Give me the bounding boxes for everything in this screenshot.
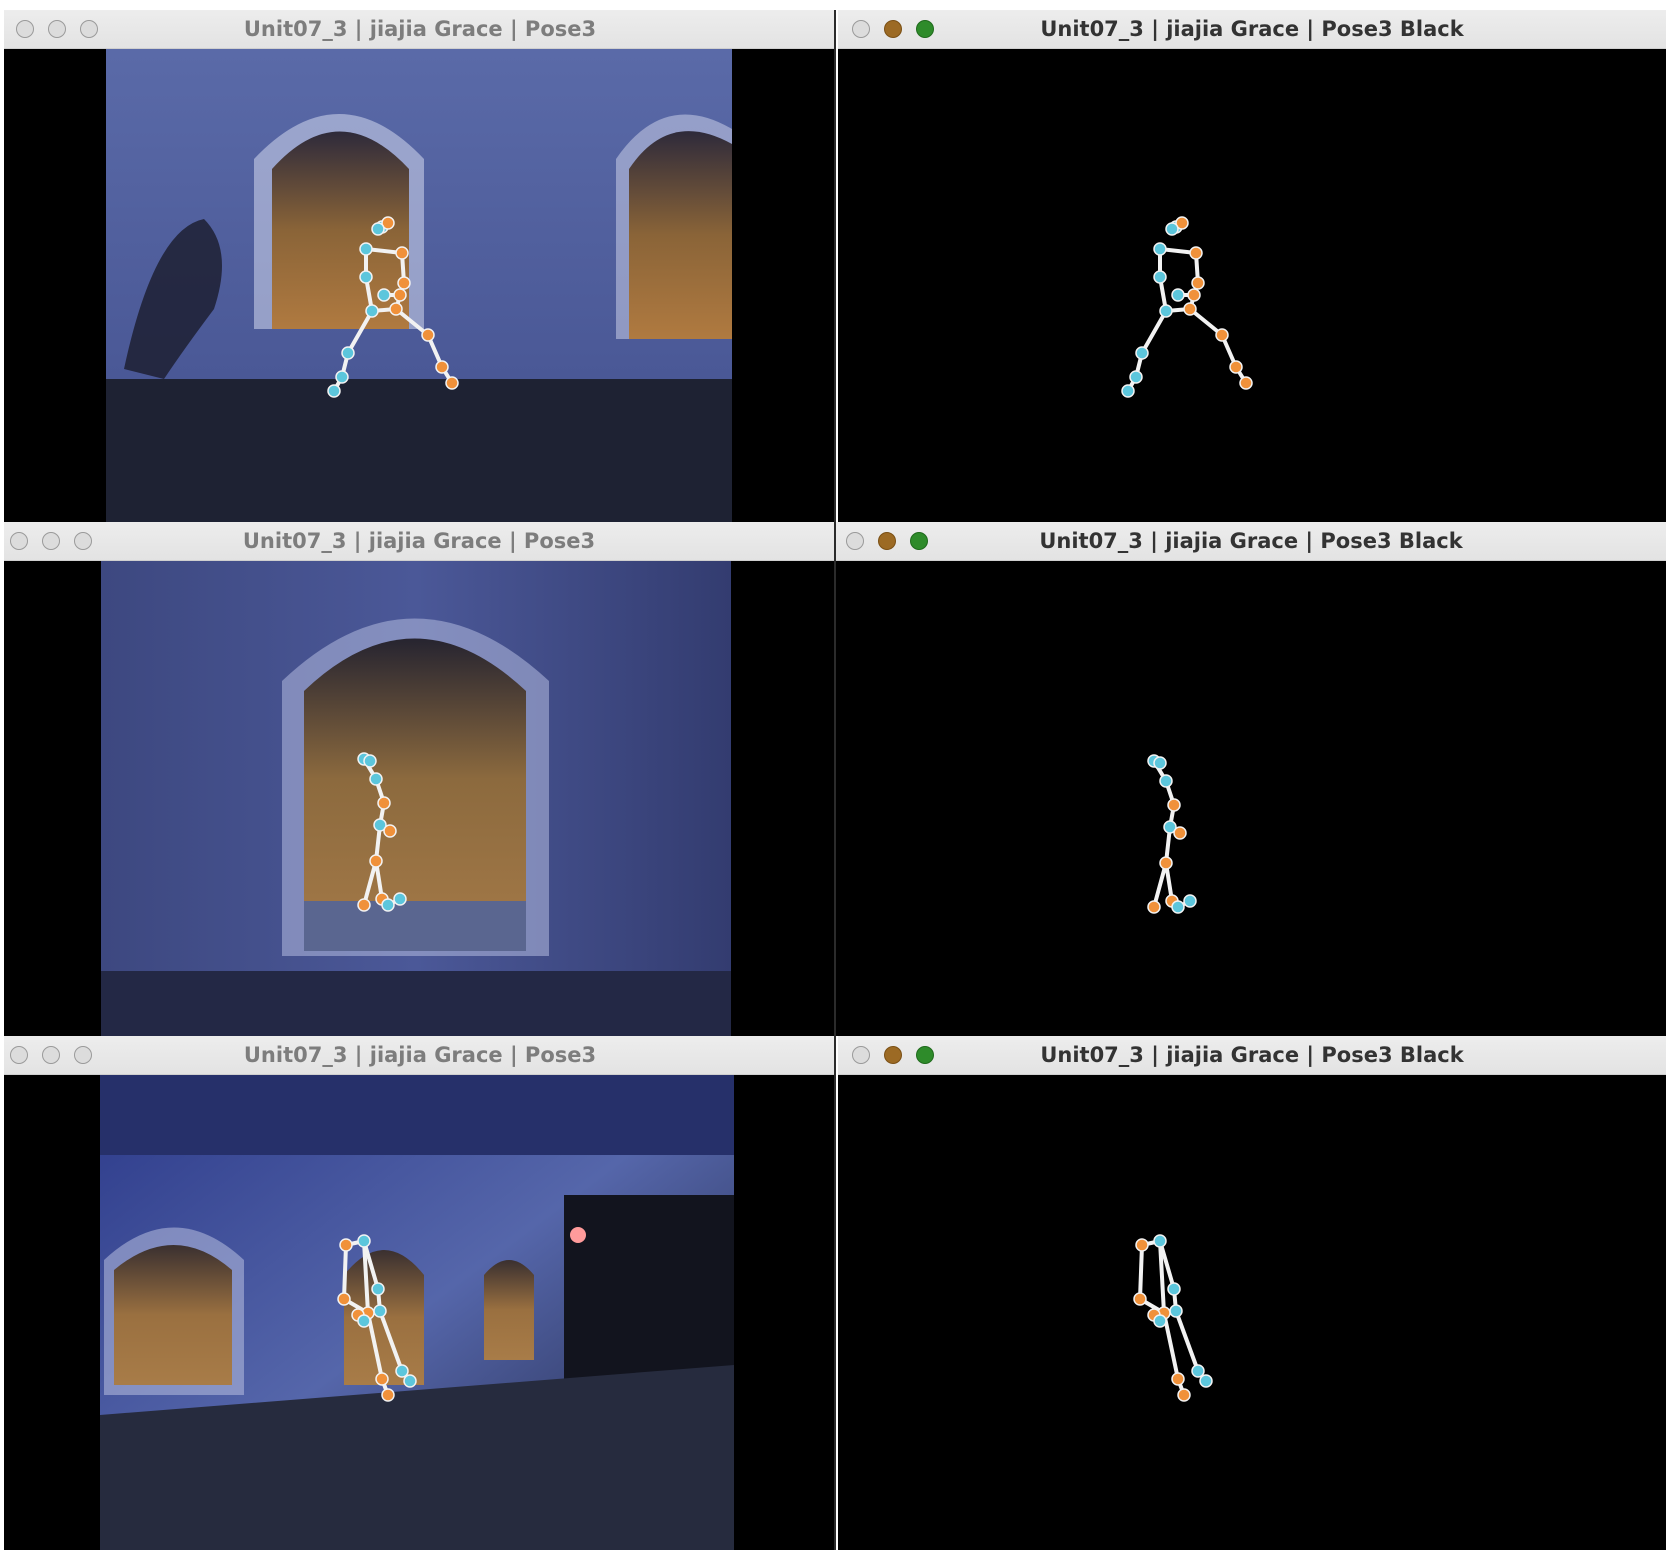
pose-keypoint <box>339 1238 353 1252</box>
pose-keypoint <box>1153 242 1167 256</box>
pose-keypoint <box>373 1304 387 1318</box>
pose-keypoint <box>335 370 349 384</box>
window-title: Unit07_3 | jiajia Grace | Pose3 Black <box>1039 529 1463 553</box>
pose-keypoint <box>1229 360 1243 374</box>
pose-keypoint <box>403 1374 417 1388</box>
pose-keypoint <box>369 854 383 868</box>
pose-keypoint <box>371 1282 385 1296</box>
pose-keypoint <box>377 796 391 810</box>
pose-keypoint <box>357 1234 371 1248</box>
skeleton-bone <box>1174 1309 1200 1373</box>
window-divider[interactable] <box>834 10 836 1550</box>
skeleton-bone <box>342 1243 348 1301</box>
pose-keypoint <box>337 1292 351 1306</box>
pose-keypoint <box>365 304 379 318</box>
pose-window-1: Unit07_3 | jiajia Grace | Pose3 Black <box>838 10 1666 522</box>
skeleton-bone <box>1152 861 1168 909</box>
window-title: Unit07_3 | jiajia Grace | Pose3 <box>243 17 597 41</box>
pose-keypoint <box>1135 346 1149 360</box>
window-titlebar[interactable]: Unit07_3 | jiajia Grace | Pose3 Black <box>838 10 1666 49</box>
pose-keypoint <box>357 898 371 912</box>
pose-keypoint <box>1167 1282 1181 1296</box>
pose-keypoint <box>393 892 407 906</box>
pose-skeleton <box>1147 754 1197 914</box>
video-frame <box>4 561 834 1036</box>
pose-keypoint <box>359 270 373 284</box>
pose-keypoint <box>1133 1292 1147 1306</box>
window-title: Unit07_3 | jiajia Grace | Pose3 <box>243 1043 597 1067</box>
pose-keypoint <box>1183 894 1197 908</box>
window-titlebar[interactable]: Unit07_3 | jiajia Grace | Pose3 <box>4 10 836 49</box>
pose-skeleton <box>1133 1234 1213 1402</box>
pose-keypoint <box>371 222 385 236</box>
pose-keypoint <box>435 360 449 374</box>
pose-keypoint <box>1215 328 1229 342</box>
pose-keypoint <box>1147 900 1161 914</box>
pose-keypoint <box>1239 376 1253 390</box>
pose-canvas <box>838 49 1666 522</box>
video-window-1: Unit07_3 | jiajia Grace | Pose3 <box>4 10 836 522</box>
pose-keypoint <box>1191 276 1205 290</box>
skeleton-bone <box>1140 309 1168 355</box>
pose-keypoint <box>1189 246 1203 260</box>
pose-keypoint <box>381 1388 395 1402</box>
pose-window-2: Unit07_3 | jiajia Grace | Pose3 Black <box>836 522 1666 1036</box>
window-titlebar[interactable]: Unit07_3 | jiajia Grace | Pose3 Black <box>838 1036 1666 1075</box>
pose-keypoint <box>1159 304 1173 318</box>
pose-keypoint <box>383 824 397 838</box>
pose-keypoint <box>389 302 403 316</box>
pose-window-3: Unit07_3 | jiajia Grace | Pose3 Black <box>838 1036 1666 1550</box>
pose-keypoint <box>381 898 395 912</box>
pose-keypoint <box>395 246 409 260</box>
pose-keypoint <box>1167 798 1181 812</box>
pose-keypoint <box>1187 288 1201 302</box>
pose-keypoint <box>369 772 383 786</box>
pose-keypoint <box>1153 1314 1167 1328</box>
pose-keypoint <box>363 754 377 768</box>
pose-keypoint <box>1171 288 1185 302</box>
pose-keypoint <box>421 328 435 342</box>
pose-keypoint <box>1165 222 1179 236</box>
window-title: Unit07_3 | jiajia Grace | Pose3 Black <box>1040 17 1464 41</box>
pose-keypoint <box>1183 302 1197 316</box>
pose-keypoint <box>1199 1374 1213 1388</box>
video-frame <box>4 1075 836 1550</box>
pose-keypoint <box>397 276 411 290</box>
pose-keypoint <box>1191 1364 1205 1378</box>
video-window-2: Unit07_3 | jiajia Grace | Pose3 <box>4 522 834 1036</box>
pose-keypoint <box>393 288 407 302</box>
window-title: Unit07_3 | jiajia Grace | Pose3 <box>242 529 596 553</box>
video-frame <box>4 49 836 522</box>
window-titlebar[interactable]: Unit07_3 | jiajia Grace | Pose3 <box>4 1036 836 1075</box>
pose-canvas <box>838 1075 1666 1550</box>
pose-keypoint <box>1169 1304 1183 1318</box>
pose-keypoint <box>1171 1372 1185 1386</box>
pose-keypoint <box>1153 270 1167 284</box>
pose-canvas <box>836 561 1666 1036</box>
video-window-3: Unit07_3 | jiajia Grace | Pose3 <box>4 1036 836 1550</box>
pose-keypoint <box>377 288 391 302</box>
window-titlebar[interactable]: Unit07_3 | jiajia Grace | Pose3 Black <box>836 522 1666 561</box>
pose-keypoint <box>1129 370 1143 384</box>
pose-keypoint <box>1153 1234 1167 1248</box>
pose-keypoint <box>1177 1388 1191 1402</box>
skeleton-bone <box>1138 1243 1144 1301</box>
pose-keypoint <box>1171 900 1185 914</box>
pose-keypoint <box>1159 856 1173 870</box>
pose-keypoint <box>395 1364 409 1378</box>
pose-keypoint <box>1173 826 1187 840</box>
pose-skeleton <box>1121 216 1253 398</box>
pose-keypoint <box>1159 774 1173 788</box>
pose-keypoint <box>1121 384 1135 398</box>
window-title: Unit07_3 | jiajia Grace | Pose3 Black <box>1040 1043 1464 1067</box>
pose-keypoint <box>375 1372 389 1386</box>
pose-keypoint <box>1135 1238 1149 1252</box>
pose-keypoint <box>445 376 459 390</box>
window-titlebar[interactable]: Unit07_3 | jiajia Grace | Pose3 <box>4 522 834 561</box>
pose-keypoint <box>341 346 355 360</box>
pose-keypoint <box>327 384 341 398</box>
pose-keypoint <box>1153 756 1167 770</box>
pose-keypoint <box>359 242 373 256</box>
pose-keypoint <box>357 1314 371 1328</box>
